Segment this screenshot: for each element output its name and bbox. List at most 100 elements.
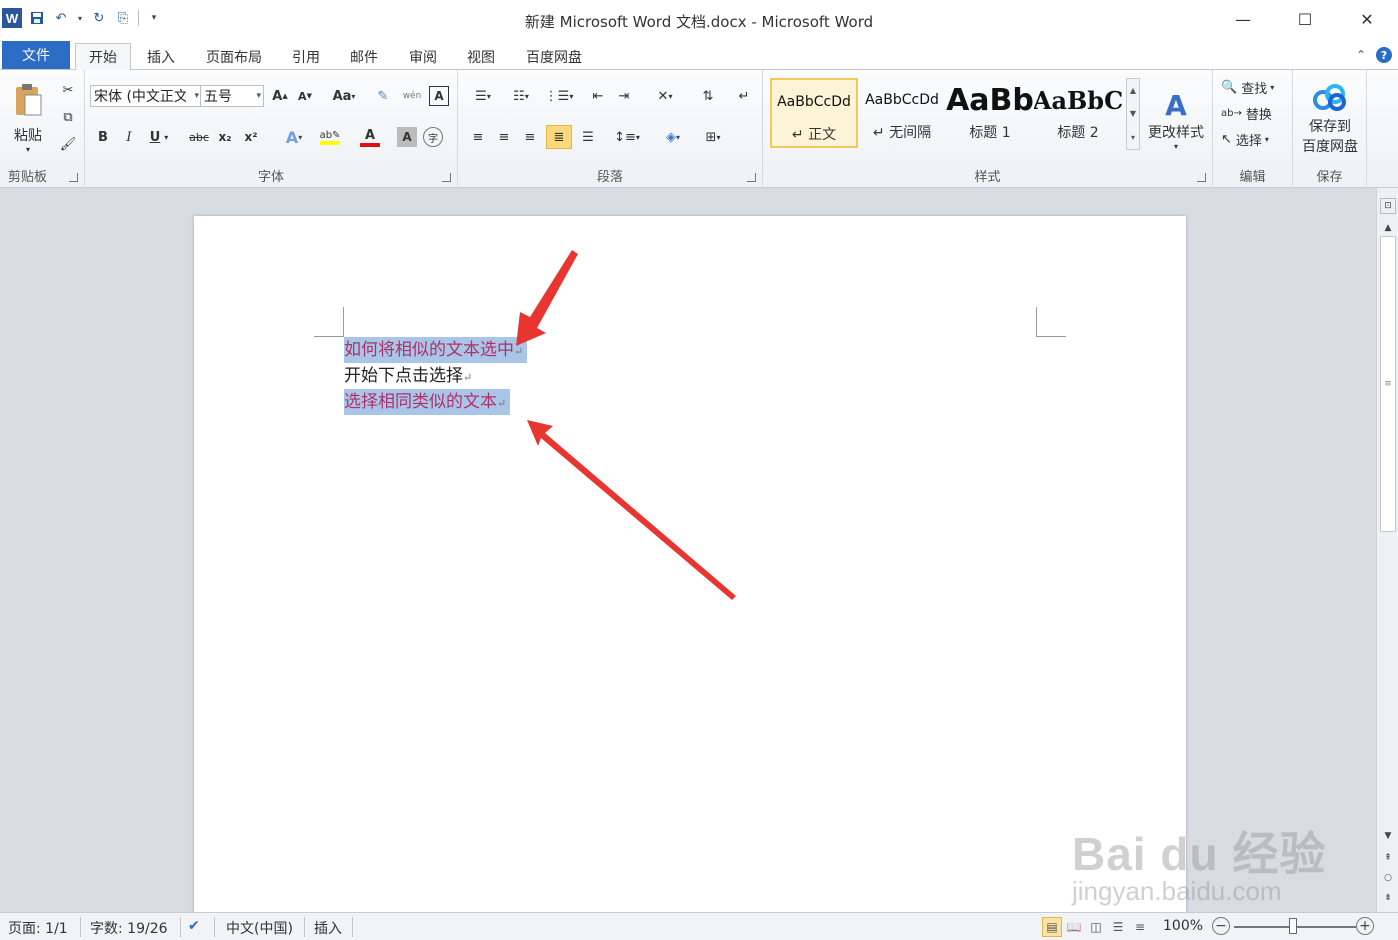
close-button[interactable]: ✕ bbox=[1336, 0, 1398, 38]
align-right-icon[interactable]: ≡ bbox=[520, 127, 540, 147]
change-styles-button[interactable]: A 更改样式 ▾ bbox=[1145, 78, 1207, 162]
print-layout-view-icon[interactable]: ▤ bbox=[1042, 917, 1062, 937]
sort-icon[interactable]: ⇅ bbox=[698, 86, 718, 106]
tab-page-layout[interactable]: 页面布局 bbox=[194, 43, 274, 70]
decrease-indent-icon[interactable]: ⇤ bbox=[588, 86, 608, 106]
page-count[interactable]: 页面: 1/1 bbox=[8, 918, 68, 938]
tab-references[interactable]: 引用 bbox=[280, 43, 332, 70]
increase-indent-icon[interactable]: ⇥ bbox=[614, 86, 634, 106]
style-gallery-scroll[interactable]: ▲ ▼ ▾ bbox=[1126, 78, 1140, 150]
enclose-characters-icon[interactable]: 字 bbox=[423, 127, 443, 147]
tab-review[interactable]: 审阅 bbox=[397, 43, 449, 70]
change-case-button[interactable]: Aa ▾ bbox=[329, 86, 359, 106]
phonetic-guide-icon[interactable]: wén bbox=[401, 86, 423, 106]
style-no-spacing[interactable]: AaBbCcDd ↵ 无间隔 bbox=[858, 78, 946, 148]
language-indicator[interactable]: 中文(中国) bbox=[226, 918, 293, 938]
scroll-up-icon[interactable]: ▲ bbox=[1380, 220, 1396, 236]
strikethrough-button[interactable]: abc bbox=[187, 127, 211, 147]
bullets-icon[interactable]: ☰ ▾ bbox=[468, 86, 498, 106]
doc-line-1[interactable]: 如何将相似的文本选中↵ bbox=[344, 337, 528, 363]
style-heading-1[interactable]: AaBb 标题 1 bbox=[946, 78, 1034, 148]
maximize-button[interactable]: ☐ bbox=[1274, 0, 1336, 38]
draft-view-icon[interactable]: ≡ bbox=[1130, 917, 1150, 937]
next-page-icon[interactable]: ⇟ bbox=[1380, 890, 1396, 906]
underline-button[interactable]: U ▾ bbox=[145, 127, 173, 147]
full-screen-reading-icon[interactable]: 📖 bbox=[1064, 917, 1084, 937]
document-page[interactable]: 如何将相似的文本选中↵ 开始下点击选择↵ 选择相同类似的文本↵ bbox=[194, 216, 1186, 912]
format-painter-icon[interactable]: 🖌 bbox=[58, 134, 78, 154]
font-dialog-launcher[interactable] bbox=[442, 173, 451, 182]
ruler-toggle-icon[interactable]: ⊡ bbox=[1380, 198, 1396, 214]
outline-view-icon[interactable]: ☰ bbox=[1108, 917, 1128, 937]
tab-home[interactable]: 开始 bbox=[75, 43, 131, 71]
vertical-scrollbar[interactable]: ⊡ ▲ ≡ ▼ ⇞ ○ ⇟ bbox=[1376, 188, 1398, 912]
chinese-layout-icon[interactable]: ✕ ▾ bbox=[650, 86, 680, 106]
justify-icon[interactable]: ≣ bbox=[546, 125, 572, 149]
zoom-out-icon[interactable]: − bbox=[1212, 917, 1230, 935]
change-styles-label: 更改样式 bbox=[1148, 125, 1204, 141]
scroll-down-icon[interactable]: ▼ bbox=[1380, 828, 1396, 844]
proofing-icon[interactable]: ✔ bbox=[188, 918, 200, 934]
style-normal[interactable]: AaBbCcDd ↵ 正文 bbox=[770, 78, 858, 148]
minimize-button[interactable]: — bbox=[1212, 0, 1274, 38]
zoom-slider-thumb[interactable] bbox=[1289, 918, 1297, 934]
borders-icon[interactable]: ⊞ ▾ bbox=[698, 127, 728, 147]
grow-font-button[interactable]: A ▲ bbox=[270, 86, 290, 106]
show-marks-icon[interactable]: ↵ bbox=[734, 86, 754, 106]
shrink-font-button[interactable]: A ▼ bbox=[295, 86, 315, 106]
gallery-more-icon[interactable]: ▾ bbox=[1131, 133, 1135, 142]
doc-line-2[interactable]: 开始下点击选择↵ bbox=[344, 363, 472, 389]
style-heading-2[interactable]: AaBbC 标题 2 bbox=[1034, 78, 1122, 148]
previous-page-icon[interactable]: ⇞ bbox=[1380, 850, 1396, 866]
tab-mailings[interactable]: 邮件 bbox=[338, 43, 390, 70]
word-count[interactable]: 字数: 19/26 bbox=[90, 918, 168, 938]
character-border-icon[interactable]: A bbox=[429, 86, 449, 106]
character-shading-icon[interactable]: A bbox=[397, 127, 417, 147]
multilevel-list-icon[interactable]: ⋮☰ ▾ bbox=[544, 86, 574, 106]
clipboard-dialog-launcher[interactable] bbox=[69, 173, 78, 182]
clear-formatting-icon[interactable]: ✎ bbox=[373, 86, 393, 106]
paragraph-dialog-launcher[interactable] bbox=[747, 173, 756, 182]
font-name-combo[interactable]: 宋体 (中文正文 ▾ bbox=[90, 85, 202, 107]
ribbon-collapse-icon[interactable]: ⌃ bbox=[1356, 48, 1366, 62]
help-icon[interactable]: ? bbox=[1376, 47, 1392, 63]
gallery-down-icon[interactable]: ▼ bbox=[1130, 109, 1136, 118]
font-size-combo[interactable]: 五号 ▾ bbox=[200, 85, 264, 107]
replace-icon: ab→ bbox=[1221, 107, 1242, 119]
line-spacing-icon[interactable]: ↕≡ ▾ bbox=[612, 127, 642, 147]
insert-mode[interactable]: 插入 bbox=[314, 918, 342, 938]
zoom-in-icon[interactable]: + bbox=[1356, 917, 1374, 935]
find-button[interactable]: 🔍 查找 ▾ bbox=[1221, 76, 1289, 98]
styles-dialog-launcher[interactable] bbox=[1197, 173, 1206, 182]
shading-icon[interactable]: ◈ ▾ bbox=[656, 127, 690, 147]
bold-button[interactable]: B bbox=[93, 127, 113, 147]
highlight-color-icon[interactable]: ab✎ bbox=[313, 125, 347, 149]
subscript-button[interactable]: x₂ bbox=[215, 127, 235, 147]
tab-view[interactable]: 视图 bbox=[455, 43, 507, 70]
align-left-icon[interactable]: ≡ bbox=[468, 127, 488, 147]
distributed-icon[interactable]: ☰ bbox=[578, 127, 598, 147]
save-to-baidu-button[interactable]: 保存到 百度网盘 bbox=[1295, 78, 1365, 162]
tab-insert[interactable]: 插入 bbox=[135, 43, 187, 70]
select-button[interactable]: ↖ 选择 ▾ bbox=[1221, 128, 1289, 150]
gallery-up-icon[interactable]: ▲ bbox=[1130, 86, 1136, 95]
tab-file[interactable]: 文件 bbox=[2, 41, 70, 69]
scroll-thumb[interactable]: ≡ bbox=[1380, 236, 1396, 532]
document-area[interactable]: 如何将相似的文本选中↵ 开始下点击选择↵ 选择相同类似的文本↵ bbox=[0, 188, 1376, 912]
text-effects-icon[interactable]: A ▾ bbox=[279, 127, 309, 147]
italic-button[interactable]: I bbox=[119, 127, 139, 147]
copy-icon[interactable]: ⧉ bbox=[58, 107, 78, 127]
superscript-button[interactable]: x² bbox=[241, 127, 261, 147]
styles-group: AaBbCcDd ↵ 正文 AaBbCcDd ↵ 无间隔 AaBb 标题 1 A… bbox=[763, 70, 1213, 188]
web-layout-icon[interactable]: ◫ bbox=[1086, 917, 1106, 937]
font-color-icon[interactable]: A bbox=[353, 125, 387, 149]
tab-baidu-netdisk[interactable]: 百度网盘 bbox=[514, 43, 594, 70]
doc-line-3[interactable]: 选择相同类似的文本↵ bbox=[344, 389, 511, 415]
replace-button[interactable]: ab→ 替换 bbox=[1221, 102, 1289, 124]
browse-object-icon[interactable]: ○ bbox=[1380, 870, 1396, 886]
cut-icon[interactable]: ✂ bbox=[58, 80, 78, 100]
numbering-icon[interactable]: ☷ ▾ bbox=[506, 86, 536, 106]
zoom-level[interactable]: 100% bbox=[1163, 918, 1203, 934]
align-center-icon[interactable]: ≡ bbox=[494, 127, 514, 147]
paste-button[interactable]: 粘贴 ▾ bbox=[6, 76, 50, 160]
